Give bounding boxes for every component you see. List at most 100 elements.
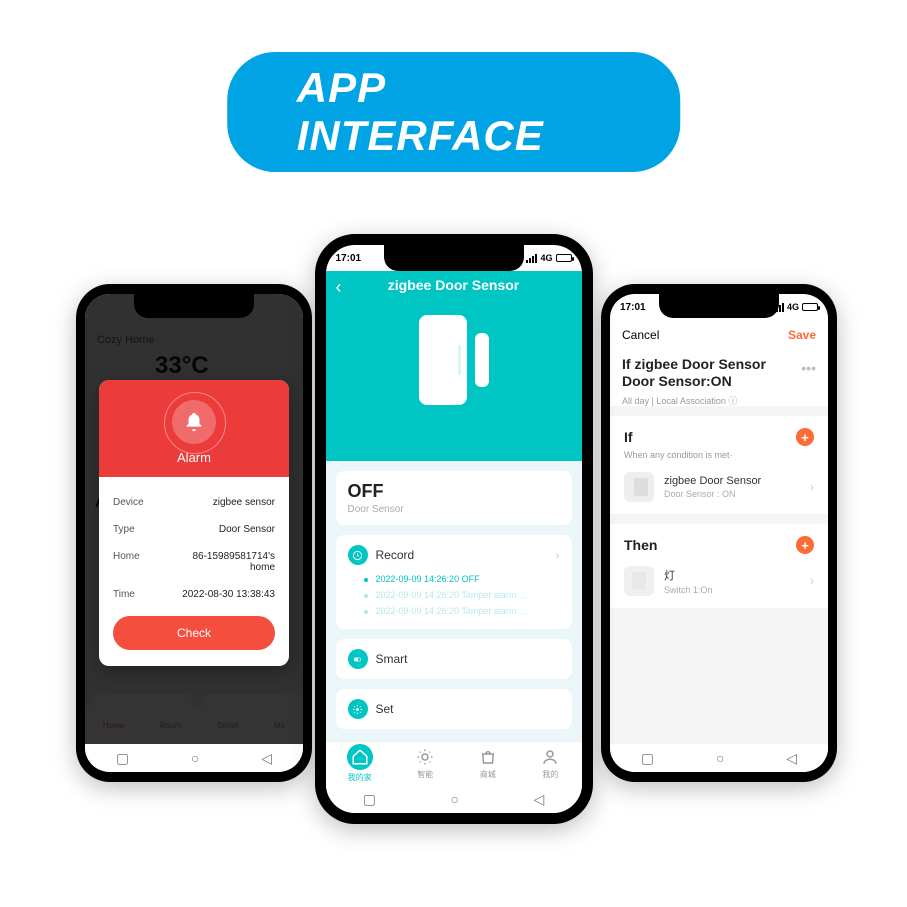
nav-recent-icon[interactable]: ▢ bbox=[641, 750, 654, 767]
sun-icon bbox=[415, 747, 435, 767]
alarm-row-home-val: 86-15989581714's home bbox=[165, 551, 275, 573]
smart-label: Smart bbox=[376, 652, 408, 666]
alarm-modal: Alarm Device zigbee sensor Type Door Sen… bbox=[99, 380, 289, 666]
rule-title: If zigbee Door Sensor Door Sensor:ON bbox=[622, 356, 801, 390]
android-nav: ▢ ○ ◁ bbox=[85, 744, 303, 772]
home-icon bbox=[347, 744, 373, 770]
sensor-header: ‹ zigbee Door Sensor bbox=[326, 271, 582, 461]
alarm-row-device-key: Device bbox=[113, 497, 144, 508]
user-icon bbox=[540, 747, 560, 767]
page-title-pill: APP INTERFACE bbox=[227, 52, 681, 172]
smart-card[interactable]: Smart bbox=[336, 639, 572, 679]
info-icon[interactable]: ⓘ bbox=[728, 396, 737, 406]
tab-smart[interactable]: 智能 bbox=[415, 747, 435, 780]
tab-mall-label: 商城 bbox=[480, 770, 496, 779]
alarm-row-device-val: zigbee sensor bbox=[213, 497, 275, 508]
sensor-body: OFF Door Sensor Record › 2022-09-09 14:2… bbox=[326, 461, 582, 785]
record-item-3: 2022-09-09 14:26:20 Tamper alarm ... bbox=[376, 603, 560, 619]
nav-recent-icon[interactable]: ▢ bbox=[363, 791, 376, 808]
record-item-2: 2022-09-09 14:26:20 Tamper alarm ... bbox=[376, 587, 560, 603]
nav-home-icon[interactable]: ○ bbox=[716, 750, 724, 766]
set-label: Set bbox=[376, 702, 394, 716]
more-button[interactable]: ••• bbox=[801, 356, 816, 376]
condition-title: zigbee Door Sensor bbox=[664, 475, 761, 487]
condition-sub: Door Sensor : ON bbox=[664, 489, 761, 499]
alarm-row-time-key: Time bbox=[113, 589, 135, 600]
nav-back-icon[interactable]: ◁ bbox=[786, 750, 797, 767]
phone-notch bbox=[134, 294, 254, 318]
alarm-header: Alarm bbox=[99, 380, 289, 477]
record-card[interactable]: Record › 2022-09-09 14:26:20 OFF 2022-09… bbox=[336, 535, 572, 629]
cancel-button[interactable]: Cancel bbox=[622, 328, 659, 342]
tab-home-label: 我的家 bbox=[348, 773, 372, 782]
android-nav: ▢ ○ ◁ bbox=[610, 744, 828, 772]
status-card: OFF Door Sensor bbox=[336, 471, 572, 525]
save-button[interactable]: Save bbox=[788, 328, 816, 342]
then-label: Then bbox=[624, 537, 657, 553]
record-list: 2022-09-09 14:26:20 OFF 2022-09-09 14:26… bbox=[376, 571, 560, 619]
back-button[interactable]: ‹ bbox=[336, 277, 342, 298]
condition-item[interactable]: zigbee Door Sensor Door Sensor : ON › bbox=[624, 472, 814, 502]
tab-home[interactable]: 我的家 bbox=[347, 744, 373, 783]
phone-notch bbox=[384, 245, 524, 271]
add-action-button[interactable]: + bbox=[796, 536, 814, 554]
add-condition-button[interactable]: + bbox=[796, 428, 814, 446]
alarm-row-home: Home 86-15989581714's home bbox=[113, 543, 275, 581]
record-label: Record bbox=[376, 548, 415, 562]
tab-smart-label: 智能 bbox=[417, 770, 433, 779]
clock-icon bbox=[348, 545, 368, 565]
record-item-1: 2022-09-09 14:26:20 OFF bbox=[376, 571, 560, 587]
gear-icon bbox=[348, 699, 368, 719]
alarm-row-home-key: Home bbox=[113, 551, 140, 562]
nav-back-icon[interactable]: ◁ bbox=[261, 750, 272, 767]
battery-icon bbox=[802, 303, 818, 311]
sensor-status: OFF bbox=[348, 481, 560, 502]
phone-automation: 17:01 4G Cancel Save If zigbee Door Sens… bbox=[601, 284, 837, 782]
alarm-body: Device zigbee sensor Type Door Sensor Ho… bbox=[99, 477, 289, 666]
if-label: If bbox=[624, 429, 633, 445]
alarm-row-type: Type Door Sensor bbox=[113, 516, 275, 543]
action-sub: Switch 1:On bbox=[664, 585, 713, 595]
battery-icon bbox=[556, 254, 572, 262]
check-button[interactable]: Check bbox=[113, 616, 275, 650]
then-section: Then + 灯 Switch 1:On › bbox=[610, 524, 828, 608]
set-card[interactable]: Set bbox=[336, 689, 572, 729]
alarm-row-type-val: Door Sensor bbox=[219, 524, 275, 535]
toggle-icon bbox=[348, 649, 368, 669]
status-time: 17:01 bbox=[620, 302, 646, 313]
nav-recent-icon[interactable]: ▢ bbox=[116, 750, 129, 767]
chevron-right-icon: › bbox=[810, 480, 814, 494]
tab-mall[interactable]: 商城 bbox=[478, 747, 498, 780]
network-label: 4G bbox=[540, 253, 552, 263]
phone-notch bbox=[659, 294, 779, 318]
nav-back-icon[interactable]: ◁ bbox=[533, 791, 544, 808]
bottom-tab-bar: 我的家 智能 商城 我的 bbox=[326, 741, 582, 785]
if-section: If + When any condition is met· zigbee D… bbox=[610, 416, 828, 514]
rule-meta: All day | Local Association ⓘ bbox=[622, 394, 801, 407]
if-hint: When any condition is met· bbox=[624, 450, 814, 460]
action-item[interactable]: 灯 Switch 1:On › bbox=[624, 566, 814, 596]
door-sensor-icon bbox=[419, 315, 489, 405]
alarm-row-type-key: Type bbox=[113, 524, 135, 535]
chevron-right-icon: › bbox=[810, 574, 814, 588]
action-title: 灯 bbox=[664, 567, 713, 583]
light-switch-thumb-icon bbox=[624, 566, 654, 596]
door-sensor-thumb-icon bbox=[624, 472, 654, 502]
nav-home-icon[interactable]: ○ bbox=[450, 791, 458, 807]
status-time: 17:01 bbox=[336, 253, 362, 264]
tab-me[interactable]: 我的 bbox=[540, 747, 560, 780]
nav-home-icon[interactable]: ○ bbox=[191, 750, 199, 766]
sensor-status-sub: Door Sensor bbox=[348, 504, 560, 515]
nav-bar: Cancel Save bbox=[610, 320, 828, 350]
android-nav: ▢ ○ ◁ bbox=[326, 785, 582, 813]
page-title: zigbee Door Sensor bbox=[326, 271, 582, 293]
automation-body: If + When any condition is met· zigbee D… bbox=[610, 406, 828, 744]
bell-icon bbox=[172, 400, 216, 444]
alarm-row-time: Time 2022-08-30 13:38:43 bbox=[113, 581, 275, 608]
device-tile-2-offline: Offline bbox=[272, 779, 295, 782]
chevron-right-icon: › bbox=[556, 548, 560, 562]
phone-sensor-detail: 17:01 4G ‹ zigbee Door Sensor OFF Door S… bbox=[315, 234, 593, 824]
alarm-row-device: Device zigbee sensor bbox=[113, 489, 275, 516]
network-label: 4G bbox=[787, 302, 799, 312]
tab-me-label: 我的 bbox=[542, 770, 558, 779]
